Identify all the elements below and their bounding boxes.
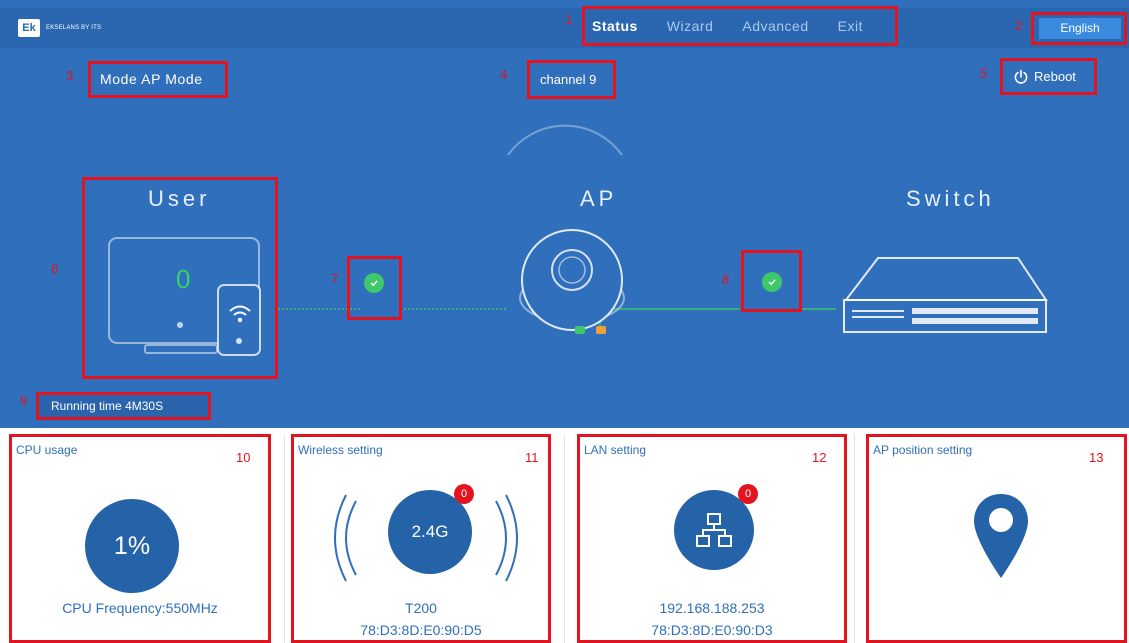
monitor-phone-icon bbox=[108, 237, 261, 356]
ap-title: AP bbox=[580, 186, 618, 211]
signal-arc bbox=[507, 124, 623, 156]
annotation-4: 4 bbox=[500, 67, 508, 82]
user-title: User bbox=[148, 186, 211, 211]
annotation-10: 10 bbox=[236, 450, 251, 465]
language-button[interactable]: English bbox=[1039, 18, 1121, 39]
channel-value: 9 bbox=[589, 72, 597, 87]
reboot-button[interactable]: Reboot bbox=[1000, 58, 1097, 95]
cpu-usage-circle: 1% bbox=[85, 499, 179, 593]
check-icon bbox=[768, 279, 776, 286]
wireless-badge: 0 bbox=[454, 484, 474, 504]
lan-card-title: LAN setting bbox=[584, 443, 647, 457]
mode-label: Mode bbox=[100, 71, 138, 87]
power-icon bbox=[1014, 69, 1028, 84]
annotation-12: 12 bbox=[812, 450, 827, 465]
ek-logo-icon: Ek bbox=[18, 19, 40, 37]
annotation-3: 3 bbox=[66, 68, 74, 83]
wireless-setting-card[interactable]: Wireless setting 11 2.4G 0 T200 78:D3:8D… bbox=[291, 434, 551, 643]
cpu-usage-value: 1% bbox=[113, 531, 151, 560]
map-pin-icon bbox=[974, 494, 1028, 578]
mode-indicator: Mode AP Mode bbox=[88, 61, 228, 98]
channel-label: channel bbox=[540, 72, 586, 87]
lan-mac: 78:D3:8D:E0:90:D3 bbox=[651, 622, 773, 638]
card-divider bbox=[284, 434, 285, 643]
user-count: 0 bbox=[176, 264, 191, 294]
lan-ip: 192.168.188.253 bbox=[659, 600, 765, 616]
ap-position-card[interactable]: AP position setting 13 bbox=[866, 434, 1127, 643]
ap-status-page: Ek EKSELANS BY ITS 1 Status Wizard Advan… bbox=[0, 0, 1129, 643]
running-value: 4M30S bbox=[125, 399, 164, 413]
position-card-title: AP position setting bbox=[873, 443, 973, 457]
access-point-icon bbox=[519, 229, 625, 334]
annotation-13: 13 bbox=[1089, 450, 1104, 465]
lan-badge: 0 bbox=[738, 484, 758, 504]
switch-link-status bbox=[762, 272, 782, 292]
card-divider bbox=[564, 434, 565, 643]
nav-exit[interactable]: Exit bbox=[838, 18, 863, 34]
switch-title: Switch bbox=[906, 186, 995, 211]
card-divider bbox=[854, 434, 855, 643]
nav-status[interactable]: Status bbox=[592, 18, 638, 34]
annotation-7: 7 bbox=[331, 271, 339, 286]
wireless-mac: 78:D3:8D:E0:90:D5 bbox=[360, 622, 482, 638]
cpu-card-title: CPU usage bbox=[16, 443, 78, 457]
wireless-card-title: Wireless setting bbox=[298, 443, 383, 457]
brand-name: EKSELANS BY ITS bbox=[46, 25, 102, 31]
status-hero: Ek EKSELANS BY ITS 1 Status Wizard Advan… bbox=[0, 0, 1129, 428]
network-tree-icon bbox=[696, 513, 732, 547]
running-time: Running time 4M30S bbox=[36, 392, 211, 420]
annotation-11: 11 bbox=[525, 450, 539, 465]
user-link-status bbox=[364, 273, 384, 293]
lan-setting-card[interactable]: LAN setting 12 0 192.168.188.253 78:D3:8… bbox=[577, 434, 847, 643]
reboot-label: Reboot bbox=[1034, 69, 1076, 84]
cpu-usage-card[interactable]: CPU usage 10 1% CPU Frequency:550MHz bbox=[9, 434, 271, 643]
running-label: Running time bbox=[51, 399, 122, 413]
annotation-1: 1 bbox=[565, 12, 573, 27]
annotation-5: 5 bbox=[980, 66, 988, 81]
annotation-6: 6 bbox=[51, 261, 59, 276]
band-value: 2.4G bbox=[411, 522, 449, 541]
annotation-9: 9 bbox=[20, 393, 28, 408]
check-icon bbox=[370, 280, 378, 287]
wifi-icon bbox=[229, 305, 251, 323]
channel-indicator: channel 9 bbox=[527, 60, 616, 99]
wireless-ssid: T200 bbox=[405, 600, 437, 616]
network-switch-icon bbox=[843, 257, 1048, 333]
cpu-frequency: CPU Frequency:550MHz bbox=[62, 600, 218, 616]
brand-logo[interactable]: Ek EKSELANS BY ITS bbox=[18, 19, 101, 37]
nav-advanced[interactable]: Advanced bbox=[742, 18, 808, 34]
annotation-2: 2 bbox=[1015, 18, 1023, 33]
main-nav: Status Wizard Advanced Exit bbox=[582, 6, 898, 46]
nav-wizard[interactable]: Wizard bbox=[667, 18, 714, 34]
annotation-8: 8 bbox=[722, 272, 730, 287]
mode-value: AP Mode bbox=[141, 71, 203, 87]
